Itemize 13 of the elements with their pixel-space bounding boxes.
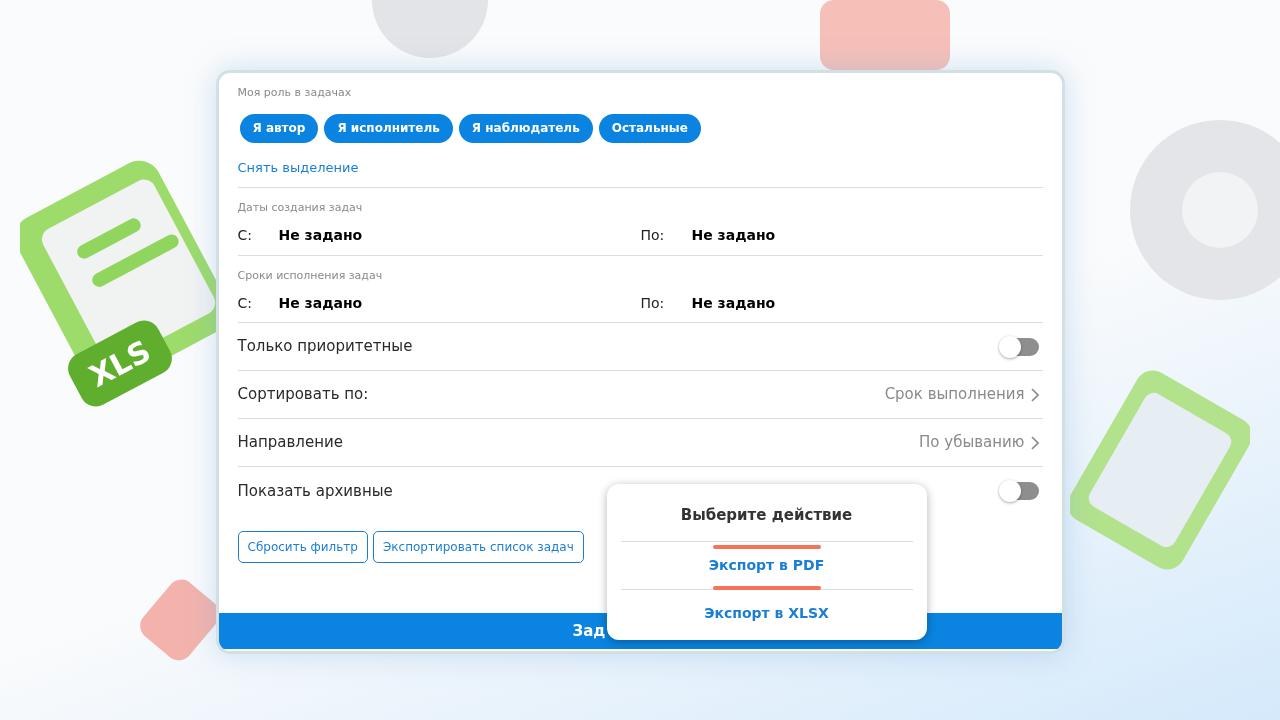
bottom-bar-label: Зад xyxy=(572,620,606,642)
section-label: Даты создания задач xyxy=(237,200,364,216)
section-label: Моя роль в задачах xyxy=(237,85,353,101)
date-to-label: По: xyxy=(640,226,666,245)
setting-label: Сортировать по: xyxy=(237,384,369,406)
date-to-label: По: xyxy=(640,293,666,313)
setting-label: Показать архивные xyxy=(237,480,393,502)
section-label: Сроки исполнения задач xyxy=(237,267,384,284)
date-from-label: С: xyxy=(237,226,253,245)
setting-label: Только приоритетные xyxy=(237,336,413,358)
date-from-label: С: xyxy=(237,293,253,313)
action-sheet-title: Выберите действие xyxy=(679,505,854,526)
setting-label: Направление xyxy=(237,432,343,454)
